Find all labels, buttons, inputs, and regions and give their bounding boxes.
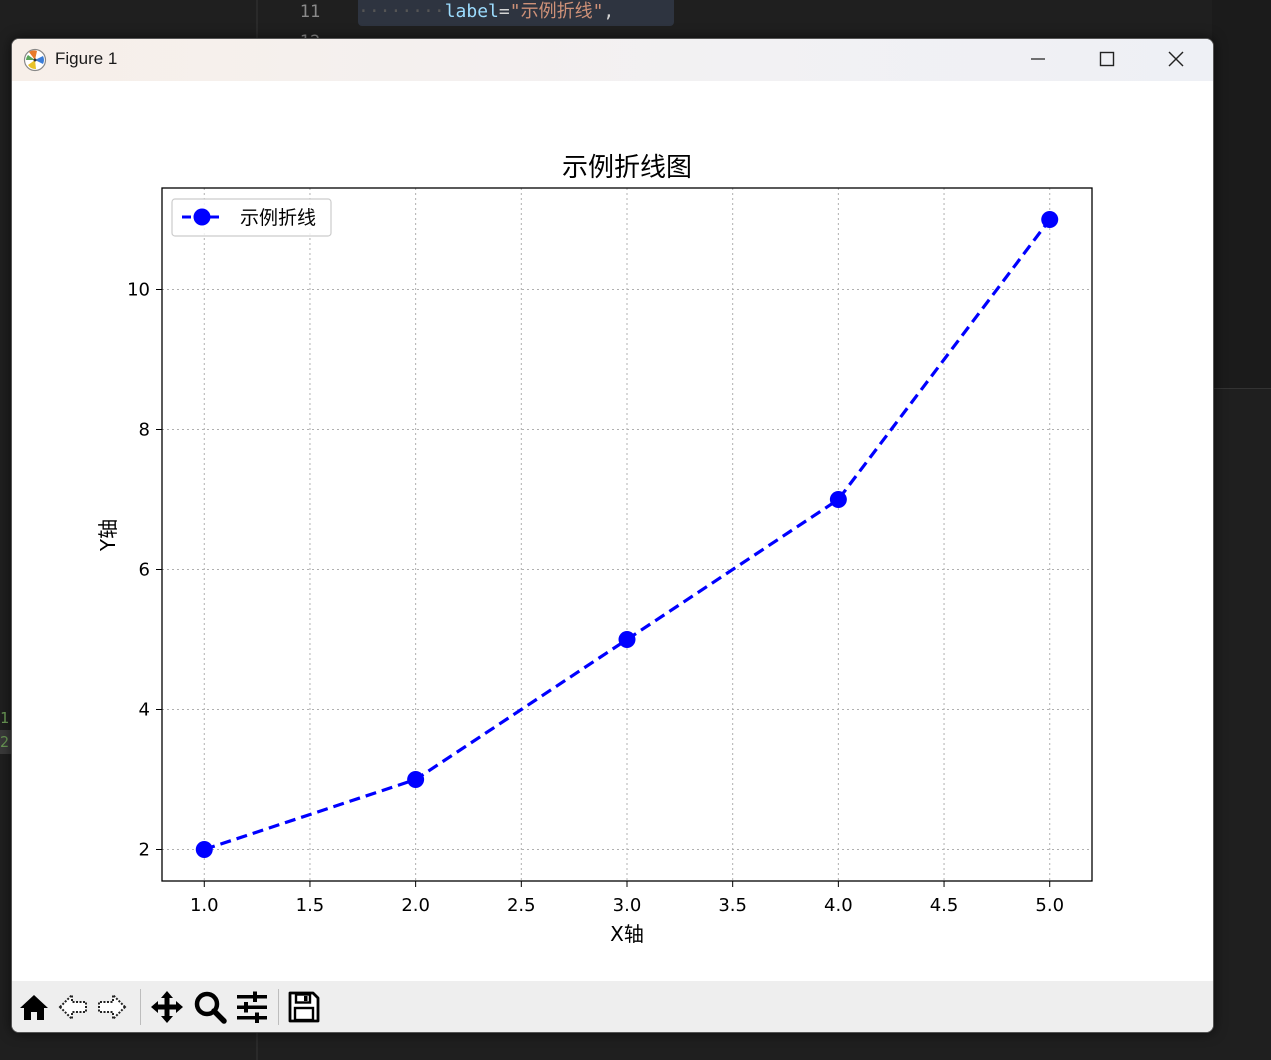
line-chart: 1.0 1.5 2.0 2.5 3.0 3.5 4.0 4.5 5.0246810 示例折线图 …	[96, 153, 1093, 946]
data-point	[407, 771, 425, 788]
back-arrow-icon	[58, 992, 87, 1022]
code-string: "示例折线"	[509, 1, 604, 22]
axis-ticks: 1.0 1.5 2.0 2.5 3.0 3.5 4.0 4.5 5.0 2 4 6 8 10	[127, 280, 1064, 917]
x-tick-label: 4.0	[824, 895, 853, 916]
zoom-icon	[194, 991, 227, 1024]
forward-arrow-icon	[98, 992, 127, 1022]
home-button[interactable]	[16, 989, 52, 1025]
configure-button[interactable]	[234, 989, 270, 1025]
x-axis-label: X轴	[610, 922, 644, 946]
chart-title: 示例折线图	[562, 153, 692, 183]
back-button[interactable]	[55, 989, 91, 1025]
maximize-icon	[1099, 51, 1115, 67]
toolbar-separator	[140, 989, 141, 1025]
close-button[interactable]	[1142, 39, 1210, 79]
legend[interactable]: 示例折线	[171, 198, 332, 237]
grid	[162, 188, 1092, 881]
x-tick-label: 5.0	[1035, 895, 1064, 916]
legend-marker	[193, 208, 211, 226]
x-tick-label: 1.5	[296, 895, 325, 916]
sliders-icon	[237, 991, 267, 1023]
save-icon	[288, 991, 320, 1023]
x-tick-label: 3.0	[613, 895, 642, 916]
figure-window: Figure 1 1.0 1.5 2.0 2.5 3.0 3.5 4.0 4.5 5.0 2 4 6 8…	[11, 38, 1214, 1033]
code-punctuation: ,	[603, 1, 615, 22]
data-point	[195, 841, 213, 858]
matplotlib-logo-icon	[23, 48, 47, 72]
x-tick-label: 1.0	[190, 895, 219, 916]
x-tick-label: 3.5	[718, 895, 747, 916]
y-tick-label: 8	[139, 420, 150, 441]
legend-label: 示例折线	[240, 207, 316, 229]
pan-button[interactable]	[149, 989, 185, 1025]
y-tick-label: 2	[139, 840, 150, 861]
code-keyword: label	[444, 1, 499, 22]
window-title: Figure 1	[55, 49, 118, 68]
data-point	[1041, 211, 1059, 228]
indent-guide: ········	[358, 1, 445, 22]
line-number: 11	[299, 2, 321, 22]
y-tick-label: 10	[127, 280, 150, 301]
y-axis-label: Y轴	[96, 519, 120, 552]
toolbar-separator	[278, 989, 279, 1025]
code-operator: =	[498, 1, 510, 22]
move-icon	[151, 991, 183, 1023]
x-tick-label: 2.0	[401, 895, 430, 916]
window-titlebar[interactable]: Figure 1	[12, 39, 1213, 81]
forward-button[interactable]	[94, 989, 130, 1025]
minimize-icon	[1031, 58, 1045, 60]
maximize-button[interactable]	[1073, 39, 1141, 79]
minimize-button[interactable]	[1004, 39, 1072, 79]
y-tick-label: 4	[139, 700, 150, 721]
save-button[interactable]	[286, 989, 322, 1025]
x-tick-label: 4.5	[930, 895, 959, 916]
editor-side-panel	[1212, 0, 1271, 389]
home-icon	[20, 995, 48, 1020]
figure-canvas[interactable]: 1.0 1.5 2.0 2.5 3.0 3.5 4.0 4.5 5.0 2 4 6 8 10 示例折线图 …	[12, 81, 1213, 981]
code-line[interactable]: ········label="示例折线",	[358, 0, 674, 26]
y-tick-label: 6	[139, 560, 150, 581]
data-point	[829, 491, 847, 508]
zoom-button[interactable]	[192, 989, 228, 1025]
x-tick-label: 2.5	[507, 895, 536, 916]
data-point	[618, 631, 636, 648]
navigation-toolbar	[12, 981, 1213, 1032]
close-icon	[1168, 51, 1184, 67]
